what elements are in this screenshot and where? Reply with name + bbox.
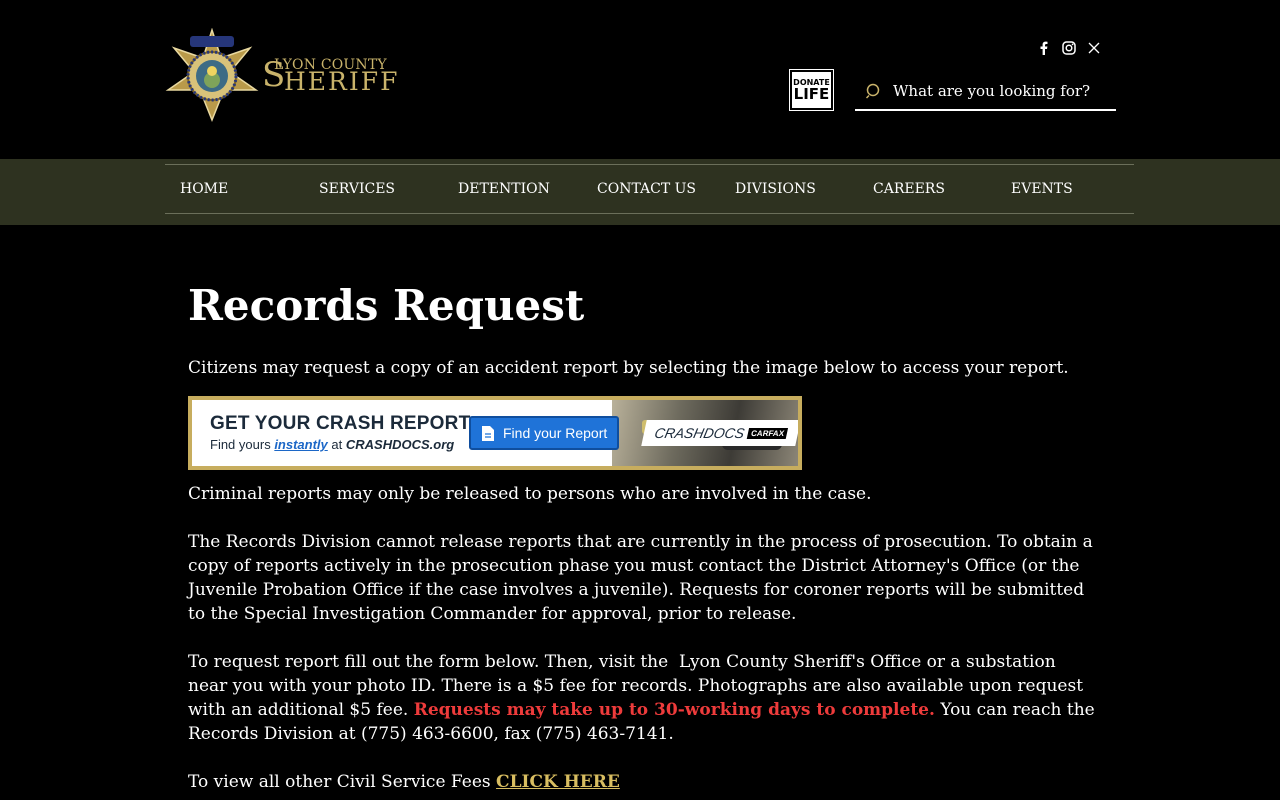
processing-time-warning: Requests may take up to 30-working days … bbox=[413, 700, 935, 720]
request-line: with an additional $5 fee. Requests may … bbox=[188, 698, 1095, 722]
prosecution-line: The Records Division cannot release repo… bbox=[188, 532, 1093, 552]
main-content: Records Request Citizens may request a c… bbox=[188, 270, 1095, 794]
fees-line: To view all other Civil Service Fees CLI… bbox=[188, 770, 1088, 794]
prosecution-line: to the Special Investigation Commander f… bbox=[188, 604, 797, 624]
nav-item-services[interactable]: SERVICES bbox=[319, 165, 395, 213]
nav-item-events[interactable]: EVENTS bbox=[1011, 165, 1073, 213]
criminal-reports-text: Criminal reports may only be released to… bbox=[188, 484, 872, 504]
facebook-icon[interactable] bbox=[1036, 40, 1051, 55]
site-header: LYON COUNTY S HERIFF DONATE LIFE bbox=[0, 0, 1280, 159]
crash-banner-title: GET YOUR CRASH REPORT bbox=[210, 413, 471, 434]
prosecution-line: Juvenile Probation Office if the case in… bbox=[188, 580, 1085, 600]
crashdocs-text: CRASHDOCS bbox=[653, 425, 746, 441]
document-icon bbox=[482, 425, 494, 441]
sheriff-badge-icon bbox=[165, 28, 259, 123]
life-text: LIFE bbox=[793, 84, 830, 103]
click-here-link[interactable]: CLICK HERE bbox=[496, 772, 620, 792]
fees-text: To view all other Civil Service Fees bbox=[188, 772, 497, 792]
nav-bar-inner: HOME SERVICES DETENTION CONTACT US DIVIS… bbox=[165, 164, 1134, 214]
request-line: To request report fill out the form belo… bbox=[188, 652, 1056, 672]
sheriff-logo[interactable]: LYON COUNTY S HERIFF bbox=[164, 28, 400, 124]
social-links bbox=[1036, 40, 1101, 55]
brand-initial: S bbox=[262, 55, 286, 95]
x-icon[interactable] bbox=[1086, 40, 1101, 55]
crash-banner-inner: GET YOUR CRASH REPORT Find yours instant… bbox=[192, 400, 798, 466]
request-text: with an additional $5 fee. bbox=[188, 700, 414, 720]
find-report-label: Find your Report bbox=[503, 425, 608, 441]
search-icon bbox=[865, 83, 880, 99]
nav-item-home[interactable]: HOME bbox=[180, 165, 228, 213]
crash-sub-instantly: instantly bbox=[274, 437, 328, 452]
crash-sub-site: CRASHDOCS.org bbox=[345, 437, 455, 452]
nav-item-divisions[interactable]: DIVISIONS bbox=[735, 165, 816, 213]
search-bar[interactable] bbox=[855, 73, 1116, 111]
page-title: Records Request bbox=[188, 281, 585, 330]
crash-sub-prefix: Find yours bbox=[210, 437, 275, 452]
instagram-icon[interactable] bbox=[1061, 40, 1076, 55]
donate-life-logo[interactable]: DONATE LIFE bbox=[789, 69, 834, 111]
prosecution-paragraph: The Records Division cannot release repo… bbox=[188, 530, 1093, 626]
find-report-button[interactable]: Find your Report bbox=[469, 416, 619, 450]
search-input[interactable] bbox=[893, 82, 1113, 100]
request-line: Records Division at (775) 463-6600, fax … bbox=[188, 724, 674, 744]
intro-text: Citizens may request a copy of an accide… bbox=[188, 358, 1069, 378]
main-nav: HOME SERVICES DETENTION CONTACT US DIVIS… bbox=[0, 159, 1280, 225]
nav-item-contact-us[interactable]: CONTACT US bbox=[597, 165, 696, 213]
request-paragraph: To request report fill out the form belo… bbox=[188, 650, 1095, 746]
crash-banner-subtitle: Find yours instantly at CRASHDOCS.org bbox=[210, 437, 454, 452]
carfax-badge: CARFAX bbox=[747, 427, 789, 439]
request-line: near you with your photo ID. There is a … bbox=[188, 676, 1084, 696]
prosecution-line: copy of reports actively in the prosecut… bbox=[188, 556, 1080, 576]
crash-sub-at: at bbox=[327, 437, 346, 452]
nav-item-careers[interactable]: CAREERS bbox=[873, 165, 945, 213]
request-text: You can reach the bbox=[934, 700, 1095, 720]
brand-name: HERIFF bbox=[284, 67, 400, 96]
crash-report-banner[interactable]: GET YOUR CRASH REPORT Find yours instant… bbox=[188, 396, 802, 470]
crashdocs-logo: CRASHDOCS CARFAX bbox=[641, 420, 798, 446]
nav-item-detention[interactable]: DETENTION bbox=[458, 165, 550, 213]
